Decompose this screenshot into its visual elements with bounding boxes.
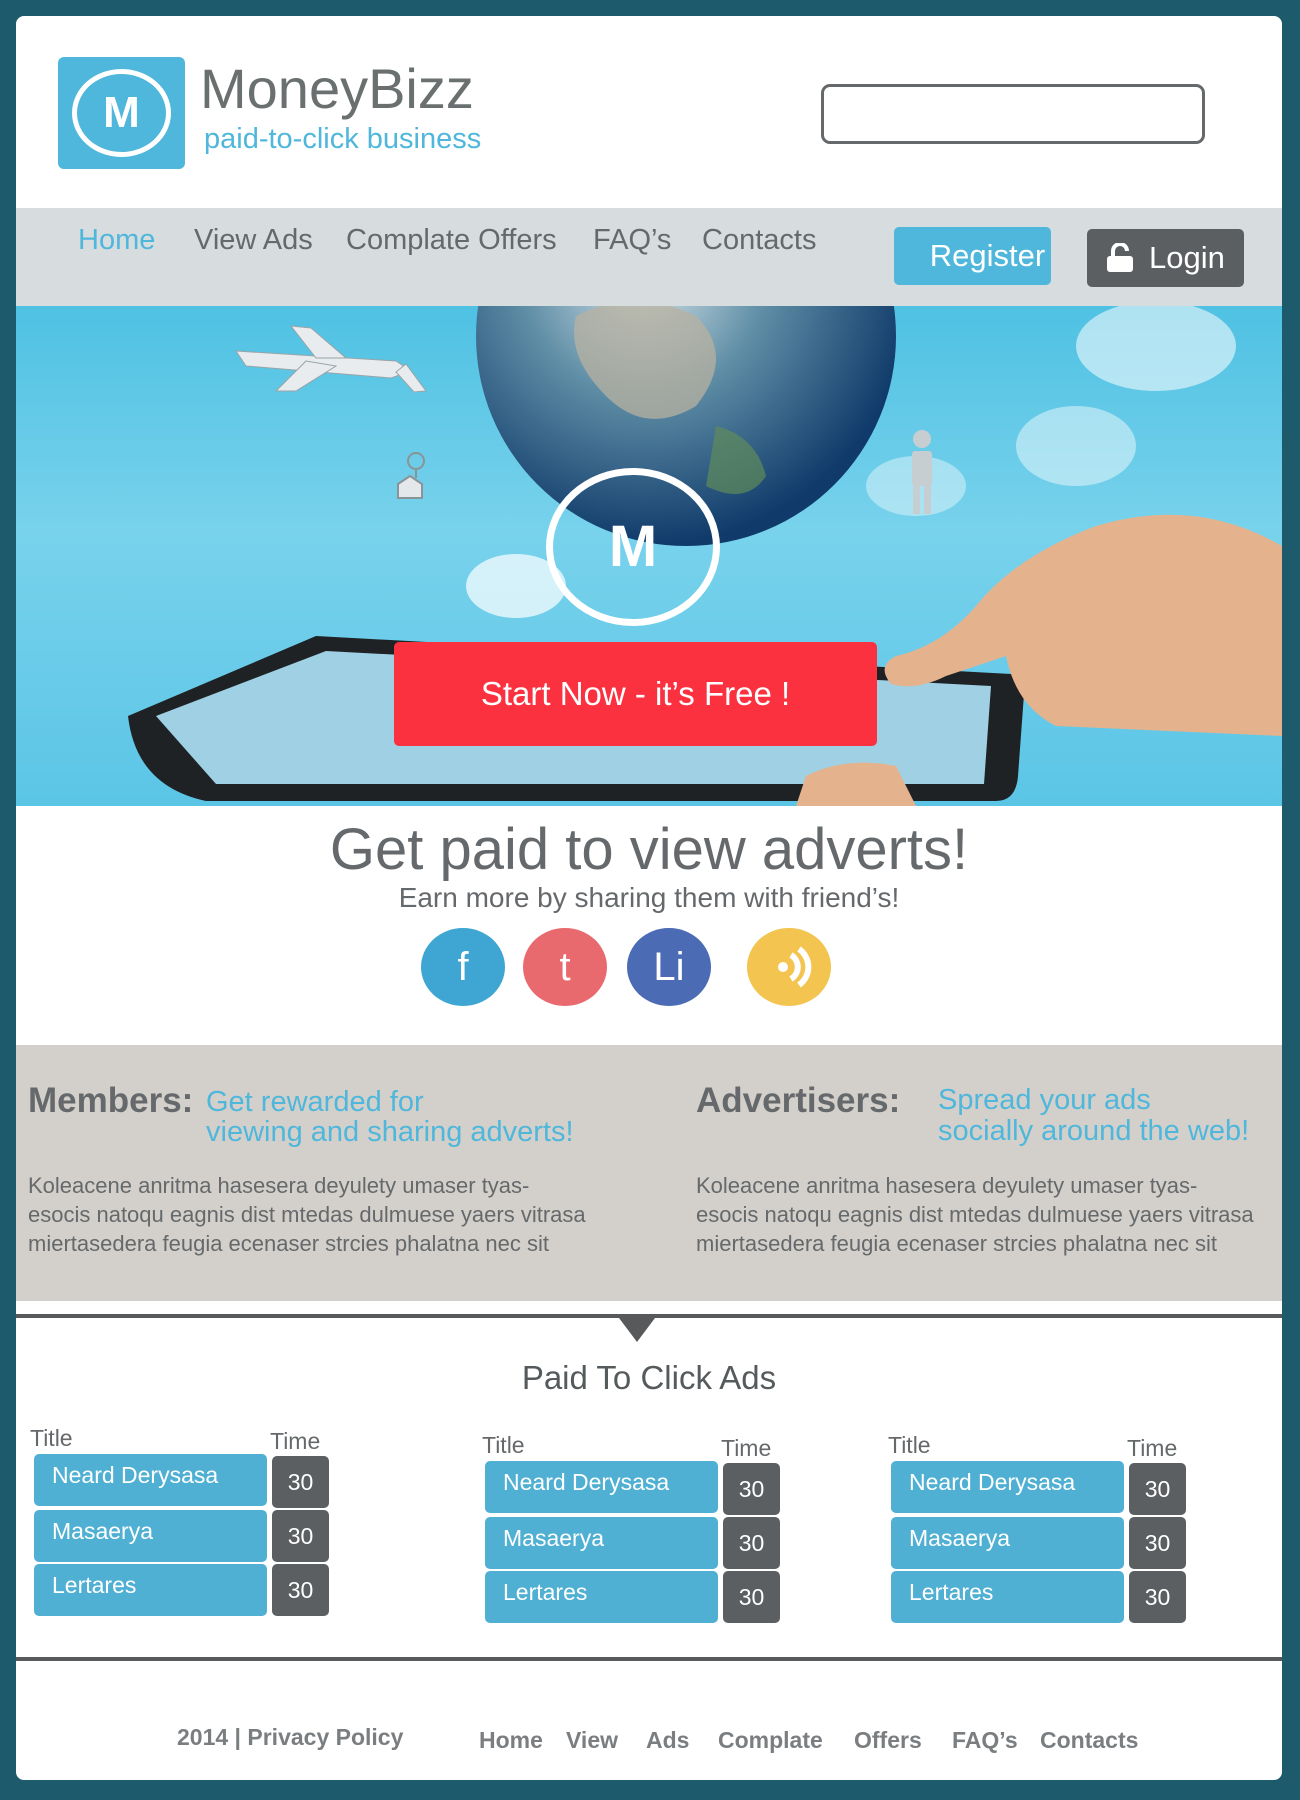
members-sub-line1: Get rewarded for (206, 1086, 424, 1118)
twitter-icon[interactable]: t (523, 928, 607, 1006)
members-body: Koleacene anritma hasesera deyulety umas… (28, 1173, 586, 1256)
intro-title: Get paid to view adverts! (329, 817, 969, 882)
ad-row-time: 30 (723, 1517, 780, 1569)
facebook-icon[interactable]: f (421, 928, 505, 1006)
ad-row-time: 30 (272, 1564, 329, 1616)
advertisers-sub-line1: Spread your ads (938, 1084, 1151, 1116)
ad-row-time: 30 (723, 1571, 780, 1623)
search-input[interactable] (821, 84, 1205, 144)
rss-icon[interactable] (747, 928, 831, 1006)
nav-item-home[interactable]: Home (78, 224, 155, 257)
login-button[interactable]: Login (1087, 229, 1244, 287)
login-label: Login (1149, 240, 1225, 275)
intro-subtitle: Earn more by sharing them with friend’s! (398, 882, 900, 913)
ad-row-title[interactable]: Neard Derysasa (485, 1461, 718, 1513)
ad-row-time: 30 (723, 1463, 780, 1515)
nav-item-view-ads[interactable]: View Ads (194, 224, 313, 257)
advertisers-heading: Advertisers: (696, 1081, 901, 1120)
header: M MoneyBizz paid-to-click business (16, 16, 1282, 208)
members-heading: Members: (28, 1081, 194, 1120)
col3-time-label: Time (1127, 1435, 1178, 1461)
page: M MoneyBizz paid-to-click business Home … (16, 16, 1282, 1780)
footer-link-contacts[interactable]: Contacts (1040, 1727, 1138, 1754)
advertisers-sub-line2: socially around the web! (938, 1115, 1250, 1147)
col3-title-label: Title (888, 1432, 931, 1458)
linkedin-icon[interactable]: Li (627, 928, 711, 1006)
advertisers-body: Koleacene anritma hasesera deyulety umas… (696, 1173, 1254, 1256)
brand-tagline: paid-to-click business (204, 123, 482, 155)
ad-row-title[interactable]: Masaerya (485, 1517, 718, 1569)
main-nav: Home View Ads Complate Offers FAQ’s Cont… (16, 208, 1282, 306)
footer-link-offers[interactable]: Offers (854, 1727, 922, 1754)
ad-row-title[interactable]: Neard Derysasa (891, 1461, 1124, 1513)
ad-row-time: 30 (1129, 1517, 1186, 1569)
ptc-title: Paid To Click Ads (521, 1359, 777, 1396)
section-pointer (619, 1318, 655, 1342)
start-now-button[interactable]: Start Now - it’s Free ! (394, 642, 877, 746)
ad-row-time: 30 (272, 1510, 329, 1562)
hero-logo-ring: M (546, 468, 720, 626)
footer-copyright[interactable]: 2014 | Privacy Policy (177, 1724, 403, 1751)
ad-row-title[interactable]: Masaerya (891, 1517, 1124, 1569)
register-button[interactable]: Register (894, 227, 1051, 285)
footer-divider (16, 1657, 1282, 1661)
ad-row-time: 30 (1129, 1463, 1186, 1515)
col2-title-label: Title (482, 1432, 525, 1458)
ad-row-title[interactable]: Lertares (891, 1571, 1124, 1623)
info-band: Members: Get rewarded for viewing and sh… (16, 1045, 1282, 1301)
brand-name: MoneyBizz (200, 57, 474, 120)
footer-link-ads[interactable]: Ads (646, 1727, 689, 1754)
ad-row-time: 30 (272, 1456, 329, 1508)
nav-item-faqs[interactable]: FAQ’s (593, 224, 671, 257)
ad-row-time: 30 (1129, 1571, 1186, 1623)
ad-row-title[interactable]: Lertares (34, 1564, 267, 1616)
nav-item-complate-offers[interactable]: Complate Offers (346, 224, 557, 257)
col2-time-label: Time (721, 1435, 772, 1461)
footer-link-complate[interactable]: Complate (718, 1727, 823, 1754)
hero-banner: M Start Now - it’s Free ! (16, 306, 1282, 806)
logo-letter: M (72, 69, 171, 157)
unlock-icon (1107, 243, 1133, 272)
col1-title-label: Title (30, 1425, 73, 1451)
col1-time-label: Time (270, 1428, 321, 1454)
ad-row-title[interactable]: Neard Derysasa (34, 1454, 267, 1506)
rss-glyph (778, 946, 812, 988)
nav-item-contacts[interactable]: Contacts (702, 224, 816, 257)
logo[interactable]: M (58, 57, 185, 169)
ad-row-title[interactable]: Masaerya (34, 1510, 267, 1562)
footer-link-faqs[interactable]: FAQ’s (952, 1727, 1018, 1754)
footer-link-view[interactable]: View (566, 1727, 618, 1754)
members-sub-line2: viewing and sharing adverts! (206, 1116, 574, 1148)
ad-row-title[interactable]: Lertares (485, 1571, 718, 1623)
footer-link-home[interactable]: Home (479, 1727, 543, 1754)
